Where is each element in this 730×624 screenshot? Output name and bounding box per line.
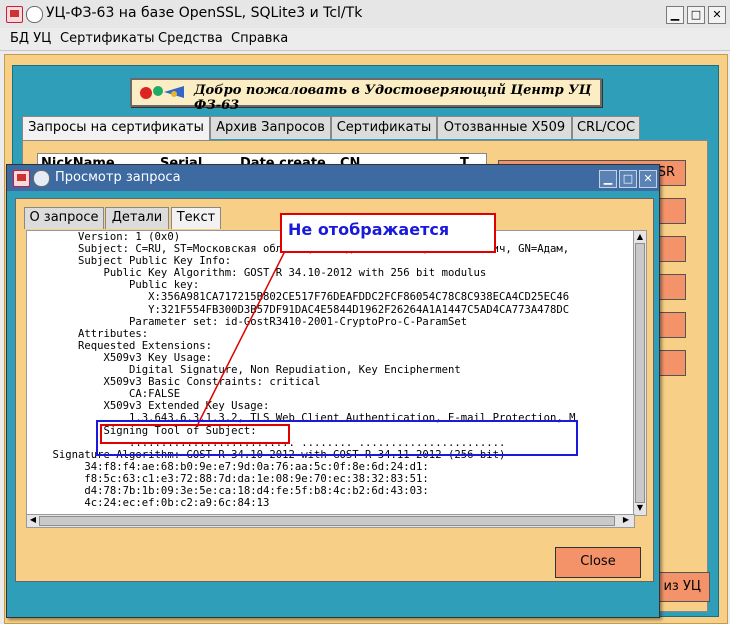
annotation-text: Не отображается bbox=[288, 220, 450, 239]
annotation-callout: Не отображается bbox=[280, 213, 496, 253]
annotation-red-frame bbox=[100, 424, 290, 444]
annotation-arrow bbox=[197, 248, 287, 425]
